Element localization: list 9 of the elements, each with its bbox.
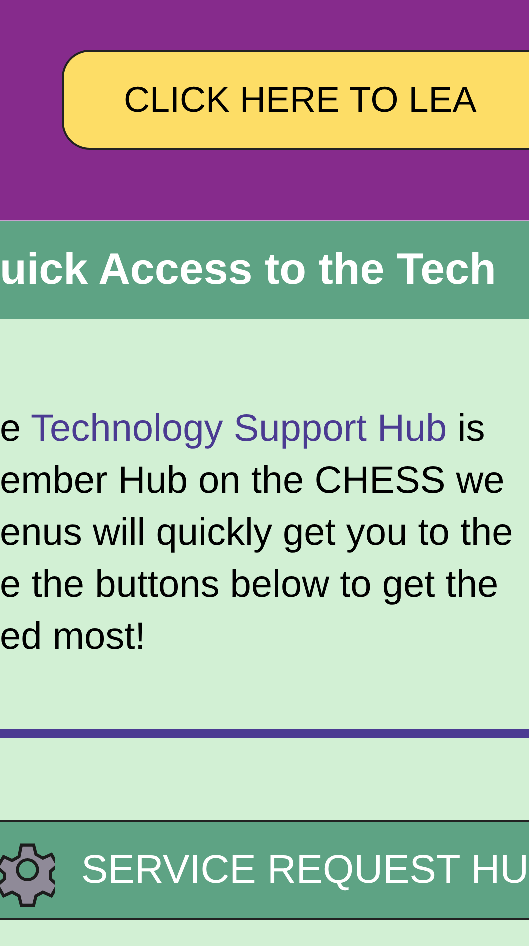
paragraph-text: is (456, 408, 486, 450)
paragraph-text: enus will quickly get you to the (0, 511, 514, 556)
paragraph-text: e (0, 408, 22, 450)
paragraph-text: ed most! (0, 615, 147, 660)
paragraph-text: e the buttons below to get the (0, 563, 500, 608)
learn-more-button[interactable]: CLICK HERE TO LEA (62, 50, 529, 150)
paragraph-text: ember Hub on the CHESS we (0, 459, 506, 504)
section-title: uick Access to the Tech (0, 245, 496, 295)
hub-link[interactable]: Technology Support Hub (31, 408, 448, 450)
